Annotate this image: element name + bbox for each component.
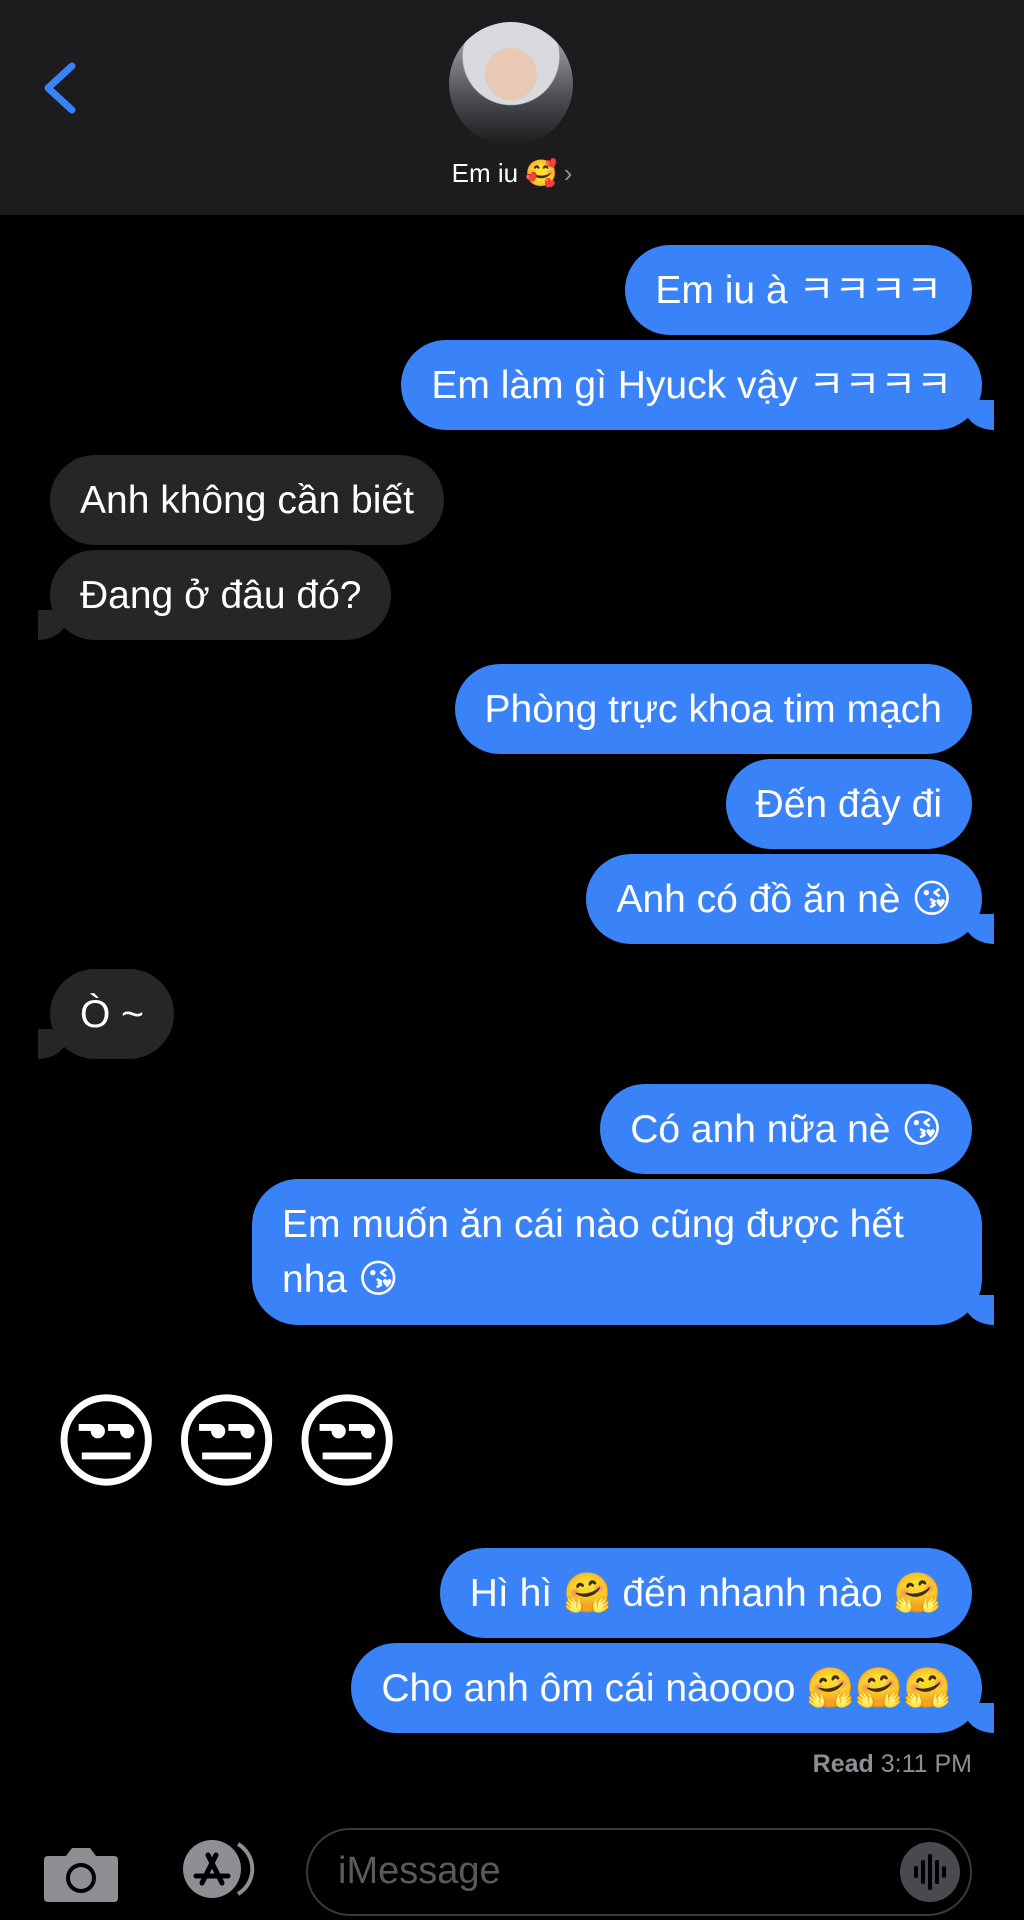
message-text: Cho anh ôm cái nàoooo 🤗🤗🤗 bbox=[381, 1667, 952, 1710]
emoji-message[interactable]: 😒😒😒 bbox=[52, 1378, 413, 1508]
message-bubble[interactable]: Đến đây đi bbox=[725, 759, 972, 849]
message-text: Em làm gì Hyuck vậy ㅋㅋㅋㅋ bbox=[431, 364, 952, 407]
message-text: Đến đây đi bbox=[755, 783, 942, 826]
message-bubble[interactable]: Em iu à ㅋㅋㅋㅋ bbox=[625, 245, 972, 335]
message-bubble[interactable]: Đang ở đâu đó? bbox=[37, 550, 392, 640]
message-bubble[interactable]: Anh không cần biết bbox=[50, 455, 444, 545]
message-text: Em muốn ăn cái nào cũng được hết bbox=[282, 1203, 904, 1246]
message-text: Anh không cần biết bbox=[80, 479, 414, 522]
message-text: Anh có đồ ăn nè 😘 bbox=[616, 878, 952, 921]
message-bubble[interactable]: Em làm gì Hyuck vậy ㅋㅋㅋㅋ bbox=[401, 340, 994, 430]
read-time: 3:11 PM bbox=[880, 1750, 972, 1778]
message-bubble[interactable]: Cho anh ôm cái nàoooo 🤗🤗🤗 bbox=[351, 1643, 994, 1733]
message-bubble[interactable]: Hì hì 🤗 đến nhanh nào 🤗 bbox=[439, 1548, 972, 1638]
message-bubble[interactable]: Có anh nữa nè 😘 bbox=[600, 1084, 972, 1174]
message-text: Có anh nữa nè 😘 bbox=[630, 1108, 942, 1151]
message-text: Phòng trực khoa tim mạch bbox=[484, 688, 942, 731]
message-text: Em iu à ㅋㅋㅋㅋ bbox=[655, 269, 942, 312]
message-text: Ò ~ bbox=[80, 993, 144, 1036]
message-bubble[interactable]: Em muốn ăn cái nào cũng được hết nha 😘 bbox=[252, 1179, 994, 1325]
message-bubble[interactable]: Anh có đồ ăn nè 😘 bbox=[586, 854, 994, 944]
message-bubble[interactable]: Phòng trực khoa tim mạch bbox=[454, 664, 972, 754]
read-receipt: Read 3:11 PM bbox=[813, 1750, 972, 1779]
message-text: Hì hì 🤗 đến nhanh nào 🤗 bbox=[469, 1572, 942, 1615]
message-bubble[interactable]: Ò ~ bbox=[38, 969, 174, 1059]
message-text: nha 😘 bbox=[282, 1258, 399, 1301]
read-label: Read bbox=[812, 1750, 874, 1778]
message-text: Đang ở đâu đó? bbox=[80, 574, 362, 617]
message-thread: Em iu à ㅋㅋㅋㅋ Em làm gì Hyuck vậy ㅋㅋㅋㅋ An… bbox=[0, 0, 1024, 1920]
